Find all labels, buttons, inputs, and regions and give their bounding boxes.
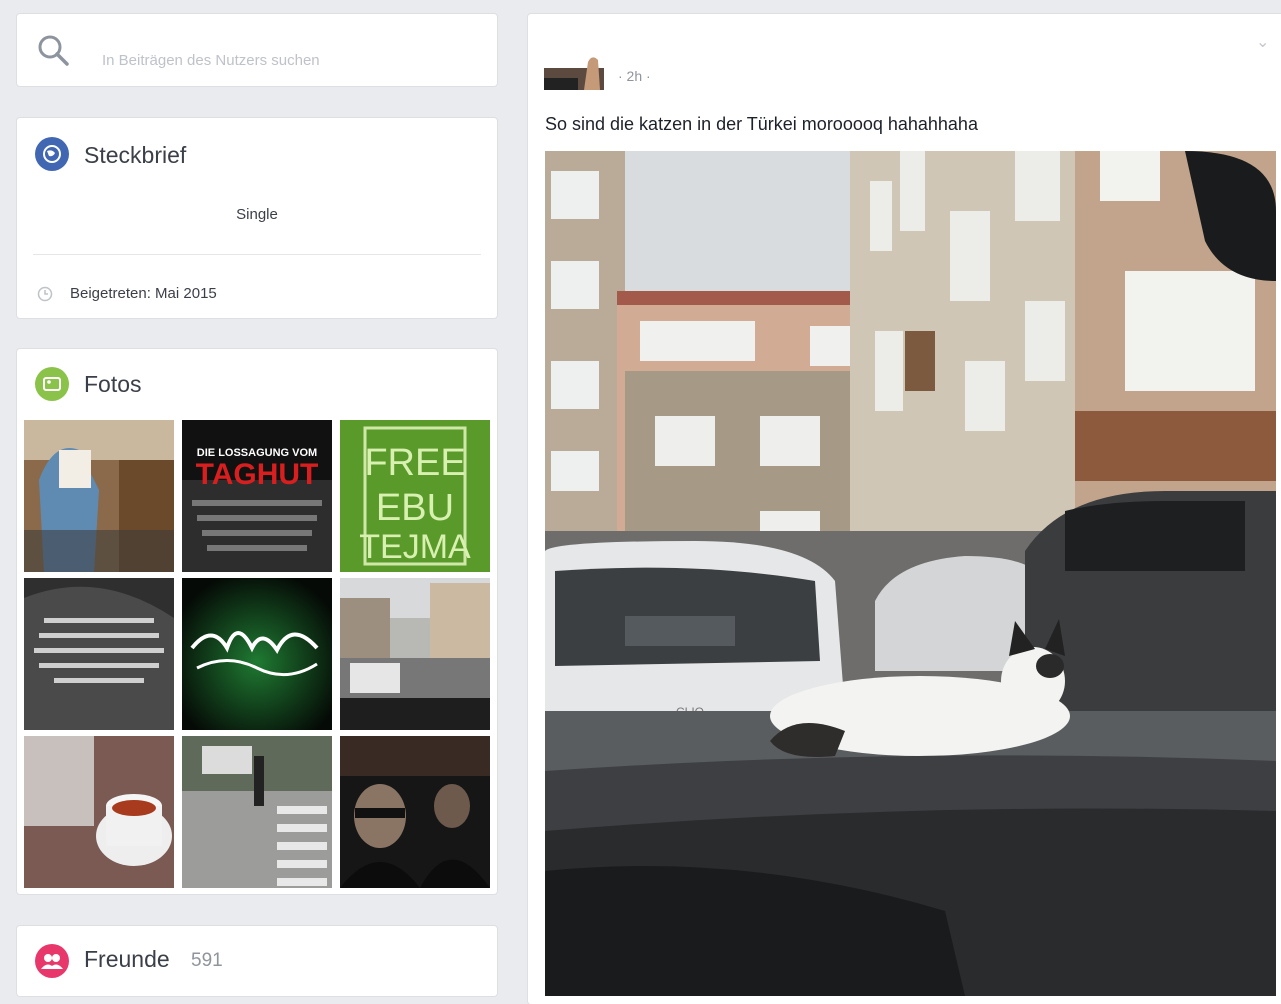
- post-text: So sind die katzen in der Türkei moroooo…: [545, 114, 978, 134]
- search-input[interactable]: In Beiträgen des Nutzers suchen: [102, 52, 320, 69]
- photo-thumbnail[interactable]: [182, 736, 332, 888]
- post-timestamp[interactable]: · 2h ·: [618, 68, 651, 84]
- svg-text:EBU: EBU: [376, 487, 454, 529]
- chevron-down-icon[interactable]: ⌄: [1256, 32, 1269, 52]
- svg-text:FREE: FREE: [364, 442, 465, 484]
- photo-thumbnail[interactable]: [182, 578, 332, 730]
- photo-thumbnail[interactable]: [340, 736, 490, 888]
- friends-icon: [35, 944, 69, 978]
- photos-title[interactable]: Fotos: [84, 371, 142, 398]
- divider: [33, 254, 481, 255]
- photo-thumbnail[interactable]: [24, 736, 174, 888]
- friends-title[interactable]: Freunde: [84, 946, 170, 973]
- photo-thumbnail[interactable]: [24, 420, 174, 572]
- search-icon: [38, 35, 69, 66]
- joined-date: Beigetreten: Mai 2015: [70, 285, 217, 302]
- photos-card: Fotos DIE LOSSAGUNG VOM TAGHUT FREE EBU …: [17, 349, 497, 894]
- svg-text:TAGHUT: TAGHUT: [196, 458, 319, 491]
- relationship-status: Single: [236, 206, 278, 223]
- post-card: · 2h · ⌄ So sind die katzen in der Türke…: [528, 14, 1281, 1004]
- friends-card: Freunde 591: [17, 926, 497, 996]
- svg-text:TEJMA: TEJMA: [359, 528, 471, 566]
- clock-icon: [37, 286, 53, 302]
- friends-count: 591: [191, 950, 223, 971]
- photo-thumbnail[interactable]: FREE EBU TEJMA: [340, 420, 490, 572]
- avatar[interactable]: [544, 54, 604, 90]
- photos-icon: [35, 367, 69, 401]
- intro-card: Steckbrief Single Beigetreten: Mai 2015: [17, 118, 497, 318]
- intro-title: Steckbrief: [84, 142, 187, 168]
- photo-thumbnail[interactable]: DIE LOSSAGUNG VOM TAGHUT: [182, 420, 332, 572]
- search-card: In Beiträgen des Nutzers suchen: [17, 14, 497, 86]
- globe-icon: [35, 137, 69, 171]
- post-photo[interactable]: CLIO: [545, 151, 1276, 996]
- photo-thumbnail[interactable]: [340, 578, 490, 730]
- photo-thumbnail[interactable]: [24, 578, 174, 730]
